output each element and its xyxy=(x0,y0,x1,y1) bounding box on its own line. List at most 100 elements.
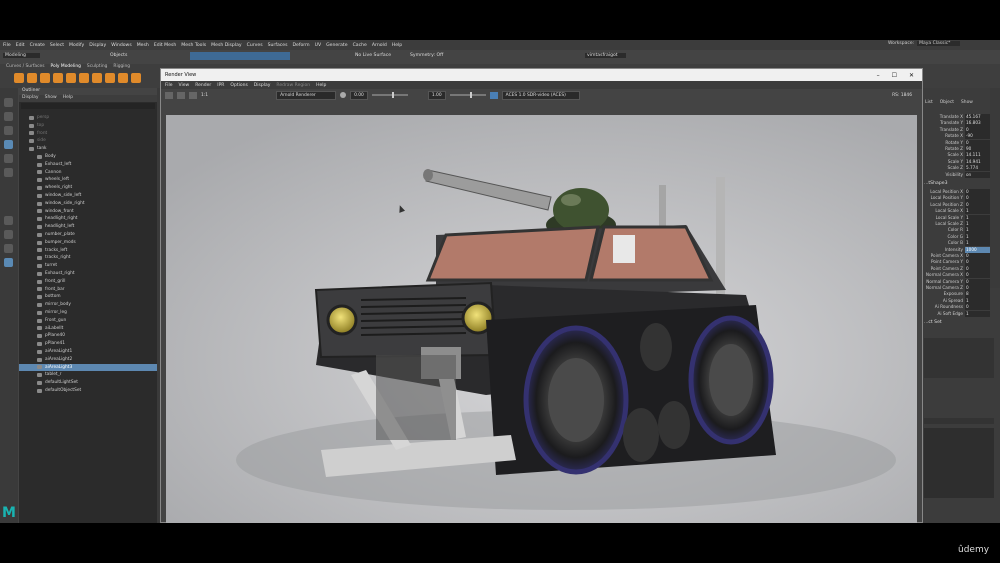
outliner-item[interactable]: tank xyxy=(19,145,157,153)
menu-edit-mesh[interactable]: Edit Mesh xyxy=(154,43,176,48)
channel-row[interactable]: Local Scale X1 xyxy=(923,208,991,215)
menu-display[interactable]: Display xyxy=(89,43,106,48)
channel-value[interactable]: 1 xyxy=(965,297,990,304)
outliner-item[interactable]: mirror_body xyxy=(19,301,157,309)
channel-value[interactable]: 90 xyxy=(965,146,990,153)
outliner-item[interactable]: turret xyxy=(19,262,157,270)
channel-value[interactable]: 14.111 xyxy=(965,152,990,159)
menu-file[interactable]: File xyxy=(3,43,11,48)
channel-value[interactable]: 1 xyxy=(965,240,990,247)
outliner-item[interactable]: headlight_right xyxy=(19,215,157,223)
channel-menu-list[interactable]: List xyxy=(925,100,933,105)
channel-value[interactable]: 1 xyxy=(965,233,990,240)
menu-uv[interactable]: UV xyxy=(315,43,322,48)
render-menu-help[interactable]: Help xyxy=(316,83,326,88)
channel-value[interactable]: 1 xyxy=(965,310,990,317)
renderer-select[interactable]: Arnold Renderer xyxy=(276,90,337,100)
four-pane-icon[interactable] xyxy=(4,230,13,239)
outliner-item[interactable]: pPlane40 xyxy=(19,332,157,340)
menu-help[interactable]: Help xyxy=(392,43,402,48)
combine-icon[interactable] xyxy=(118,73,128,83)
outliner-item[interactable]: wheels_right xyxy=(19,184,157,192)
channel-value[interactable]: 1 xyxy=(965,214,990,221)
render-menu-redraw-region[interactable]: Redraw Region xyxy=(276,83,310,88)
menu-mesh[interactable]: Mesh xyxy=(137,43,149,48)
render-menu-options[interactable]: Options xyxy=(230,83,247,88)
outliner-item[interactable]: mirror_leg xyxy=(19,309,157,317)
shelf-tab-sculpting[interactable]: Sculpting xyxy=(87,64,108,72)
channel-value[interactable]: 16.803 xyxy=(965,120,990,127)
channel-value[interactable]: 1 xyxy=(965,227,990,234)
ratio-label[interactable]: 1:1 xyxy=(201,93,208,98)
lasso-tool-icon[interactable] xyxy=(4,112,13,121)
channel-row[interactable]: Local Position Y0 xyxy=(923,195,991,202)
poly-torus-icon[interactable] xyxy=(66,73,76,83)
channel-value[interactable]: 0 xyxy=(965,278,990,285)
gamma-field[interactable]: 1.00 xyxy=(427,90,446,100)
outliner-item[interactable]: Exhaust_right xyxy=(19,270,157,278)
rotate-tool-icon[interactable] xyxy=(4,154,13,163)
view-transform-select[interactable]: ACES 1.0 SDR-video (ACES) xyxy=(501,90,580,100)
symmetry-field[interactable]: Symmetry: Off xyxy=(410,53,443,58)
poly-plane-icon[interactable] xyxy=(79,73,89,83)
menu-edit[interactable]: Edit xyxy=(16,43,25,48)
snapshot-icon[interactable] xyxy=(189,91,197,99)
channel-row[interactable]: Ai Spread 1 xyxy=(923,297,991,304)
channel-row[interactable]: Point Camera X0 xyxy=(923,253,991,260)
render-menu-ipr[interactable]: IPR xyxy=(217,83,224,88)
outliner-menu-display[interactable]: Display xyxy=(22,95,39,102)
channel-row[interactable]: Color G1 xyxy=(923,233,991,240)
gamma-slider[interactable] xyxy=(449,92,486,98)
poly-cube-icon[interactable] xyxy=(27,73,37,83)
outliner-menu-show[interactable]: Show xyxy=(45,95,57,102)
render-menu-render[interactable]: Render xyxy=(195,83,211,88)
channel-value[interactable]: 0 xyxy=(965,259,990,266)
outliner-item[interactable]: Body xyxy=(19,153,157,161)
outliner-item[interactable]: aiAreaLight1 xyxy=(19,348,157,356)
layer-editor-list[interactable] xyxy=(924,428,994,498)
outliner-item[interactable]: window_side_left xyxy=(19,192,157,200)
channel-value[interactable]: 0 xyxy=(965,139,990,146)
single-pane-icon[interactable] xyxy=(4,216,13,225)
menu-modify[interactable]: Modify xyxy=(69,43,84,48)
poly-cone-icon[interactable] xyxy=(53,73,63,83)
channel-row[interactable]: Local Position Z0 xyxy=(923,201,991,208)
outliner-item[interactable]: headlight_left xyxy=(19,223,157,231)
channel-value[interactable]: on xyxy=(965,171,990,178)
channel-row[interactable]: Point Camera Y0 xyxy=(923,259,991,266)
outliner-item[interactable]: Cannon xyxy=(19,169,157,177)
channel-row[interactable]: Rotate Z 90 xyxy=(923,146,991,153)
channel-row[interactable]: Rotate X -90 xyxy=(923,133,991,140)
channel-row[interactable]: Intensity 1000 xyxy=(923,246,991,253)
scale-tool-icon[interactable] xyxy=(4,168,13,177)
channel-row[interactable]: Scale X 14.111 xyxy=(923,152,991,159)
side-tabs[interactable] xyxy=(990,88,1000,288)
menu-deform[interactable]: Deform xyxy=(293,43,310,48)
outliner-item[interactable]: number_plate xyxy=(19,231,157,239)
render-menu-view[interactable]: View xyxy=(179,83,190,88)
outliner-item[interactable]: defaultLightSet xyxy=(19,379,157,387)
channel-row[interactable]: Translate Z0 xyxy=(923,126,991,133)
render-menu-file[interactable]: File xyxy=(165,83,173,88)
shelf-tab-curves-surfaces[interactable]: Curves / Surfaces xyxy=(6,64,45,72)
move-tool-icon[interactable] xyxy=(4,140,13,149)
outliner-item[interactable]: tablet_r xyxy=(19,371,157,379)
channel-row[interactable]: Normal Camera X0 xyxy=(923,272,991,279)
channel-row[interactable]: Local Scale Z1 xyxy=(923,221,991,228)
workspace-selector[interactable]: Workspace: Maya Classic* xyxy=(888,41,961,46)
outliner-item[interactable]: window_front xyxy=(19,208,157,216)
channel-row[interactable]: Scale Z 5.774 xyxy=(923,165,991,172)
outliner-item[interactable]: aiLabelIt xyxy=(19,325,157,333)
menu-curves[interactable]: Curves xyxy=(247,43,263,48)
channel-row[interactable]: Ai Roundness 0 xyxy=(923,304,991,311)
channel-row[interactable]: Exposure 8 xyxy=(923,291,991,298)
outliner-item[interactable]: tracks_right xyxy=(19,254,157,262)
outliner-item[interactable]: aiAreaLight2 xyxy=(19,356,157,364)
outliner-layout-icon[interactable] xyxy=(4,258,13,267)
channel-row[interactable]: Visibility on xyxy=(923,171,991,178)
channel-row[interactable]: Point Camera Z0 xyxy=(923,265,991,272)
outliner-item[interactable]: Exhaust_left xyxy=(19,161,157,169)
channel-value[interactable]: 8 xyxy=(965,291,990,298)
channel-value[interactable]: 0 xyxy=(965,265,990,272)
outliner-menu-help[interactable]: Help xyxy=(63,95,73,102)
